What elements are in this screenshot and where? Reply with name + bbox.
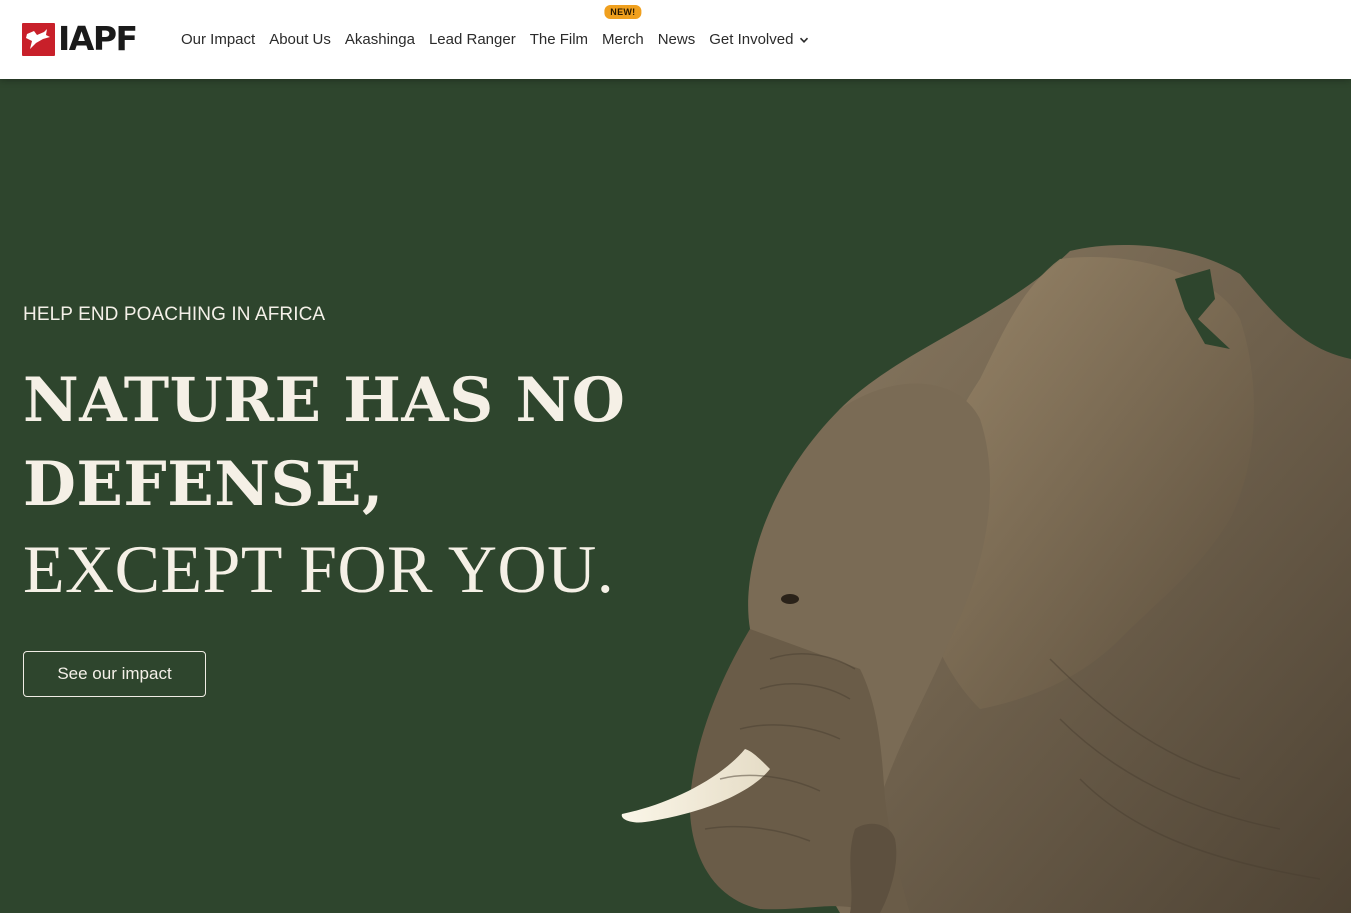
nav-item-get-involved: Get Involved: [709, 31, 809, 48]
nav-item-about-us: About Us: [269, 31, 331, 48]
nav-link-get-involved[interactable]: Get Involved: [709, 31, 809, 48]
nav-item-lead-ranger: Lead Ranger: [429, 31, 516, 48]
hero-eyebrow: HELP END POACHING IN AFRICA: [23, 304, 326, 325]
nav-item-akashinga: Akashinga: [345, 31, 415, 48]
get-involved-label: Get Involved: [709, 31, 794, 48]
chevron-down-icon: [800, 37, 809, 43]
headline-line-3: EXCEPT FOR YOU.: [23, 531, 615, 607]
iapf-logo[interactable]: IAPF: [22, 19, 138, 58]
nav-link-about-us[interactable]: About Us: [269, 31, 331, 48]
hero-headline: NATURE HAS NO DEFENSE, EXCEPT FOR YOU.: [23, 359, 625, 611]
site-header: IAPF Our Impact About Us Akashinga Lead …: [0, 0, 1351, 79]
headline-line-2: DEFENSE,: [23, 449, 384, 520]
elephant-photo: [621, 245, 1351, 913]
nav-link-merch[interactable]: Merch: [602, 31, 644, 48]
new-badge: NEW!: [604, 5, 642, 19]
iapf-logo-mark-icon: [22, 22, 55, 56]
see-our-impact-button[interactable]: See our impact: [23, 651, 206, 697]
nav-link-akashinga[interactable]: Akashinga: [345, 31, 415, 48]
nav-link-our-impact[interactable]: Our Impact: [181, 31, 255, 48]
main-nav: Our Impact About Us Akashinga Lead Range…: [174, 0, 816, 79]
nav-item-news: News: [658, 31, 696, 48]
nav-link-news[interactable]: News: [658, 31, 696, 48]
nav-item-our-impact: Our Impact: [181, 31, 255, 48]
nav-item-the-film: The Film: [530, 31, 588, 48]
nav-link-the-film[interactable]: The Film: [530, 31, 588, 48]
nav-link-lead-ranger[interactable]: Lead Ranger: [429, 31, 516, 48]
hero-section: HELP END POACHING IN AFRICA NATURE HAS N…: [0, 79, 1351, 913]
logo-text: IAPF: [58, 19, 138, 58]
headline-line-1: NATURE HAS NO: [23, 365, 626, 436]
nav-item-merch: NEW! Merch: [602, 5, 644, 48]
